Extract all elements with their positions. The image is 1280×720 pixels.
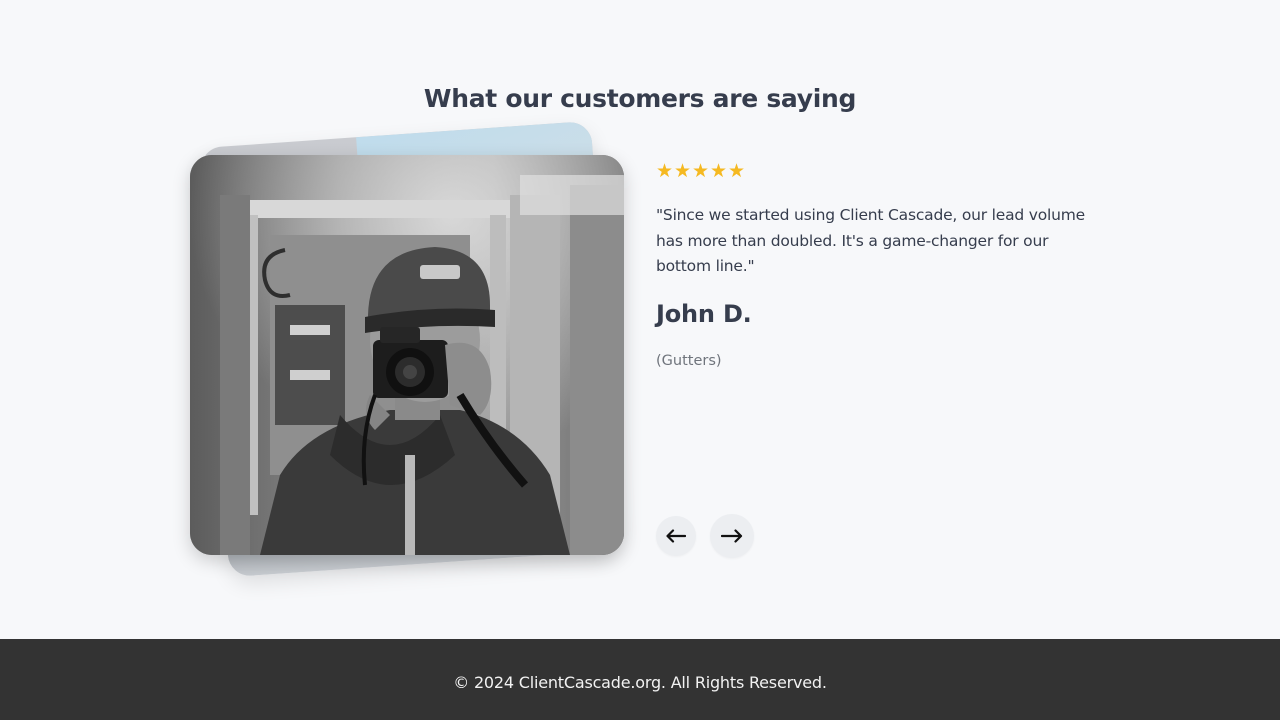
testimonial-photo-stack <box>190 120 630 598</box>
author-trade: (Gutters) <box>656 352 722 369</box>
star-icon: ★ <box>710 160 728 182</box>
testimonial-quote: "Since we started using Client Cascade, … <box>656 206 1086 275</box>
arrow-left-icon <box>666 529 686 543</box>
customer-photo <box>190 155 624 555</box>
site-footer: © 2024 ClientCascade.org. All Rights Res… <box>0 639 1280 720</box>
copyright-text: © 2024 ClientCascade.org. All Rights Res… <box>453 673 827 692</box>
arrow-right-icon <box>721 529 743 543</box>
previous-testimonial-button[interactable] <box>656 516 696 556</box>
testimonials-page: What our customers are saying ★★★★★ "Sin… <box>0 0 1280 720</box>
star-icon: ★ <box>728 160 746 182</box>
testimonial-content: ★★★★★ "Since we started using Client Cas… <box>656 158 1086 369</box>
star-rating: ★★★★★ <box>656 158 1086 184</box>
photographer-photo-image <box>190 155 624 555</box>
author-name: John D. <box>656 299 752 328</box>
star-icon: ★ <box>656 160 674 182</box>
star-icon: ★ <box>692 160 710 182</box>
next-testimonial-button[interactable] <box>710 514 754 558</box>
star-icon: ★ <box>674 160 692 182</box>
section-title: What our customers are saying <box>423 84 857 113</box>
